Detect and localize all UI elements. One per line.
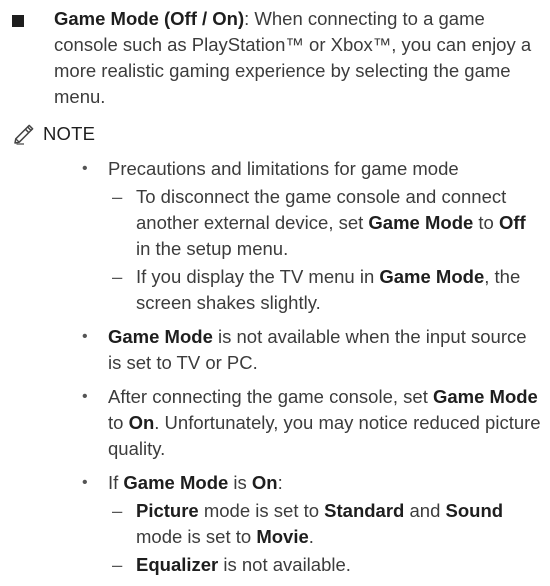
note-item-if-on: If Game Mode is On: Picture mode is set … bbox=[80, 470, 542, 578]
note-heading: NOTE bbox=[12, 120, 95, 148]
pencil-note-icon bbox=[14, 124, 34, 145]
note-subitem-screen-shake: If you display the TV menu in Game Mode,… bbox=[108, 264, 542, 316]
square-bullet-icon bbox=[12, 15, 24, 27]
note-subitem-disconnect: To disconnect the game console and conne… bbox=[108, 184, 542, 262]
note-item-precautions: Precautions and limitations for game mod… bbox=[80, 156, 542, 316]
note-item-set-on: After connecting the game console, set G… bbox=[80, 384, 542, 462]
note-list: Precautions and limitations for game mod… bbox=[80, 156, 542, 586]
game-mode-title: Game Mode (Off / On) bbox=[54, 8, 245, 29]
game-mode-item: Game Mode (Off / On): When connecting to… bbox=[12, 6, 542, 110]
note-subitem-equalizer: Equalizer is not available. bbox=[108, 552, 542, 578]
note-item-not-available: Game Mode is not available when the inpu… bbox=[80, 324, 542, 376]
note-subitem-picture-sound: Picture mode is set to Standard and Soun… bbox=[108, 498, 542, 550]
note-label: NOTE bbox=[43, 123, 96, 144]
game-mode-description: Game Mode (Off / On): When connecting to… bbox=[54, 8, 532, 107]
